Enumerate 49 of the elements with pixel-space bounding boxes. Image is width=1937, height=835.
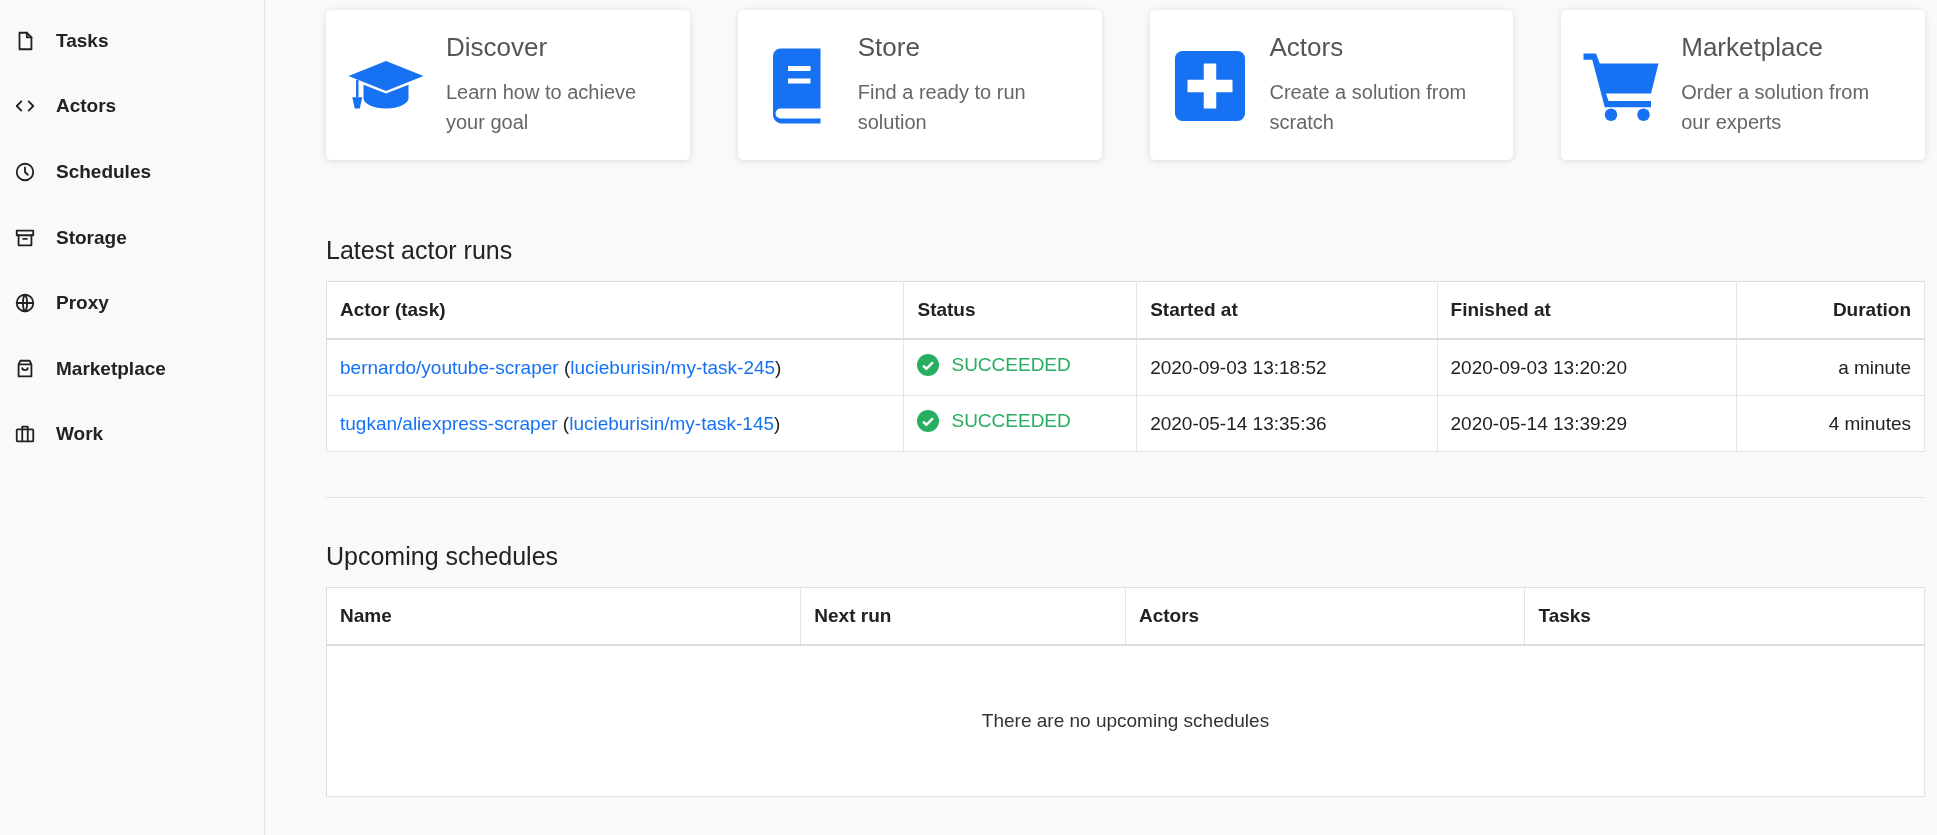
- table-cell: 4 minutes: [1736, 395, 1925, 452]
- card-description: Learn how to achieve your goal: [446, 80, 638, 135]
- table-cell: 2020-09-03 13:20:20: [1437, 339, 1736, 396]
- status-label: SUCCEEDED: [917, 354, 1071, 376]
- task-link[interactable]: lucieburisin/my-task-145: [569, 412, 774, 434]
- table-cell: 2020-05-14 13:39:29: [1437, 395, 1736, 452]
- check-circle-icon: [917, 354, 940, 376]
- table-cell: a minute: [1736, 339, 1925, 396]
- clock-icon: [14, 161, 36, 183]
- sidebar-item[interactable]: Tasks: [0, 8, 264, 74]
- actor-task-cell: tugkan/aliexpress-scraper (lucieburisin/my-task-145): [326, 395, 904, 452]
- empty-message: There are no upcoming schedules: [981, 710, 1270, 731]
- column-header: Finished at: [1437, 281, 1736, 339]
- card-description: Find a ready to run solution: [857, 80, 1027, 135]
- column-header: Actors: [1125, 587, 1525, 645]
- column-header: Next run: [800, 587, 1126, 645]
- column-header: Status: [903, 281, 1137, 339]
- task-link[interactable]: lucieburisin/my-task-245: [570, 356, 776, 378]
- sidebar-item[interactable]: Actors: [0, 73, 264, 140]
- column-header: Started at: [1136, 281, 1438, 339]
- shortcut-card[interactable]: Actors Create a solution from scratch: [1149, 10, 1514, 160]
- section-heading: Latest actor runs: [326, 236, 514, 265]
- column-header: Name: [326, 587, 801, 645]
- sidebar-item[interactable]: Proxy: [0, 270, 264, 336]
- check-circle-icon: [917, 410, 940, 432]
- sidebar-item[interactable]: Storage: [0, 204, 264, 271]
- column-header: Actor (task): [326, 281, 904, 339]
- card-description: Order a solution from our experts: [1681, 80, 1871, 135]
- status-label: SUCCEEDED: [917, 410, 1071, 432]
- actor-task-cell: bernardo/youtube-scraper (lucieburisin/my-task-245): [326, 339, 904, 396]
- card-title: Discover: [446, 32, 549, 63]
- card-description: Create a solution from scratch: [1269, 80, 1468, 135]
- shortcut-card[interactable]: Marketplace Order a solution from our experts: [1561, 10, 1925, 160]
- card-title: Store: [857, 32, 921, 63]
- shortcut-card[interactable]: Store Find a ready to run solution: [737, 10, 1102, 160]
- actor-link[interactable]: tugkan/aliexpress-scraper: [340, 412, 558, 434]
- column-header: Duration: [1736, 281, 1925, 339]
- table-cell: 2020-05-14 13:35:36: [1136, 395, 1438, 452]
- actor-link[interactable]: bernardo/youtube-scraper: [340, 356, 559, 378]
- table-cell: 2020-09-03 13:18:52: [1136, 339, 1438, 396]
- sidebar-item[interactable]: Schedules: [0, 139, 264, 205]
- card-title: Marketplace: [1681, 32, 1824, 63]
- globe-icon: [14, 292, 36, 315]
- column-header: Tasks: [1524, 587, 1925, 645]
- section-heading: Upcoming schedules: [326, 542, 560, 571]
- card-title: Actors: [1269, 32, 1345, 63]
- shortcut-card[interactable]: Discover Learn how to achieve your goal: [326, 10, 690, 160]
- sidebar-item[interactable]: Work: [0, 401, 264, 468]
- sidebar-item[interactable]: Marketplace: [0, 335, 264, 402]
